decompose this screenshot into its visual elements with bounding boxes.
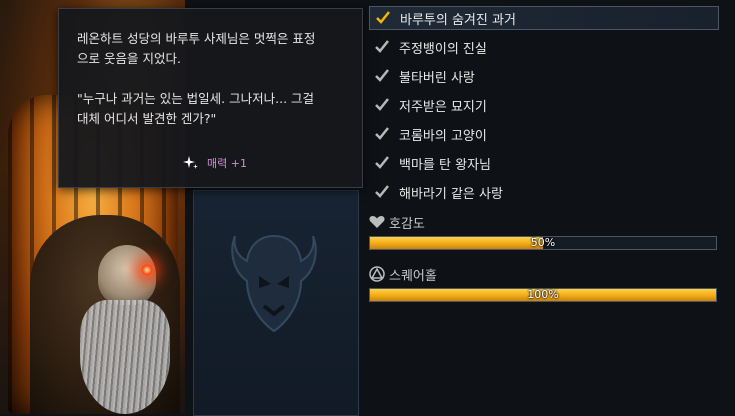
quest-item[interactable]: 불타버린 사랑 [369,64,719,88]
checkmark-icon [373,96,391,114]
triangle-emblem-icon [369,266,385,282]
checkmark-icon [373,154,391,172]
quest-label: 백마를 탄 왕자님 [399,157,491,173]
quest-item[interactable]: 해바라기 같은 사랑 [369,180,719,204]
quest-label: 해바라기 같은 사랑 [399,186,503,202]
quest-label: 바루투의 숨겨진 과거 [400,12,516,28]
tooltip-quote: "누구나 과거는 있는 법일세. 그나저나... 그걸 대체 어디서 발견한 겐… [77,91,315,126]
checkmark-icon [373,125,391,143]
square-hole-gauge: 스퀘어홀 100% [369,264,719,302]
quest-item[interactable]: 백마를 탄 왕자님 [369,151,719,175]
quest-item[interactable]: 저주받은 묘지기 [369,93,719,117]
quest-label: 코롬바의 고양이 [399,128,487,144]
heart-icon [369,216,385,228]
square-hole-label: 스퀘어홀 [389,268,437,284]
rapport-bar: 50% [369,236,717,250]
checkmark-icon [373,67,391,85]
checkmark-icon [373,38,391,56]
square-hole-percent: 100% [527,288,559,301]
quest-list: 바루투의 숨겨진 과거 주정뱅이의 진실 불타버린 사랑 저주받은 묘지기 코롬… [369,6,719,209]
checkmark-icon [374,9,392,27]
faction-emblem-panel [193,190,359,416]
sparkle-icon [183,156,198,169]
tooltip-description: 레온하트 성당의 바루투 사제님은 멋쩍은 표정 으로 웃음을 지었다. [77,31,316,66]
quest-label: 주정뱅이의 진실 [399,41,487,57]
quest-tooltip: 레온하트 성당의 바루투 사제님은 멋쩍은 표정 으로 웃음을 지었다. "누구… [58,8,363,188]
rapport-gauge: 호감도 50% [369,212,719,250]
reward-row: 매력 +1 [183,155,247,171]
quest-item[interactable]: 코롬바의 고양이 [369,122,719,146]
checkmark-icon [373,183,391,201]
glowing-eye [140,263,154,277]
beard-illustration [80,300,170,414]
quest-label: 불타버린 사랑 [399,70,475,86]
rapport-label: 호감도 [389,216,425,232]
quest-item[interactable]: 주정뱅이의 진실 [369,35,719,59]
quest-label: 저주받은 묘지기 [399,99,487,115]
reward-text: 매력 +1 [207,157,247,170]
square-hole-bar: 100% [369,288,717,302]
demon-emblem-icon [231,234,317,333]
rapport-percent: 50% [530,236,556,249]
quest-item[interactable]: 바루투의 숨겨진 과거 [369,6,719,30]
